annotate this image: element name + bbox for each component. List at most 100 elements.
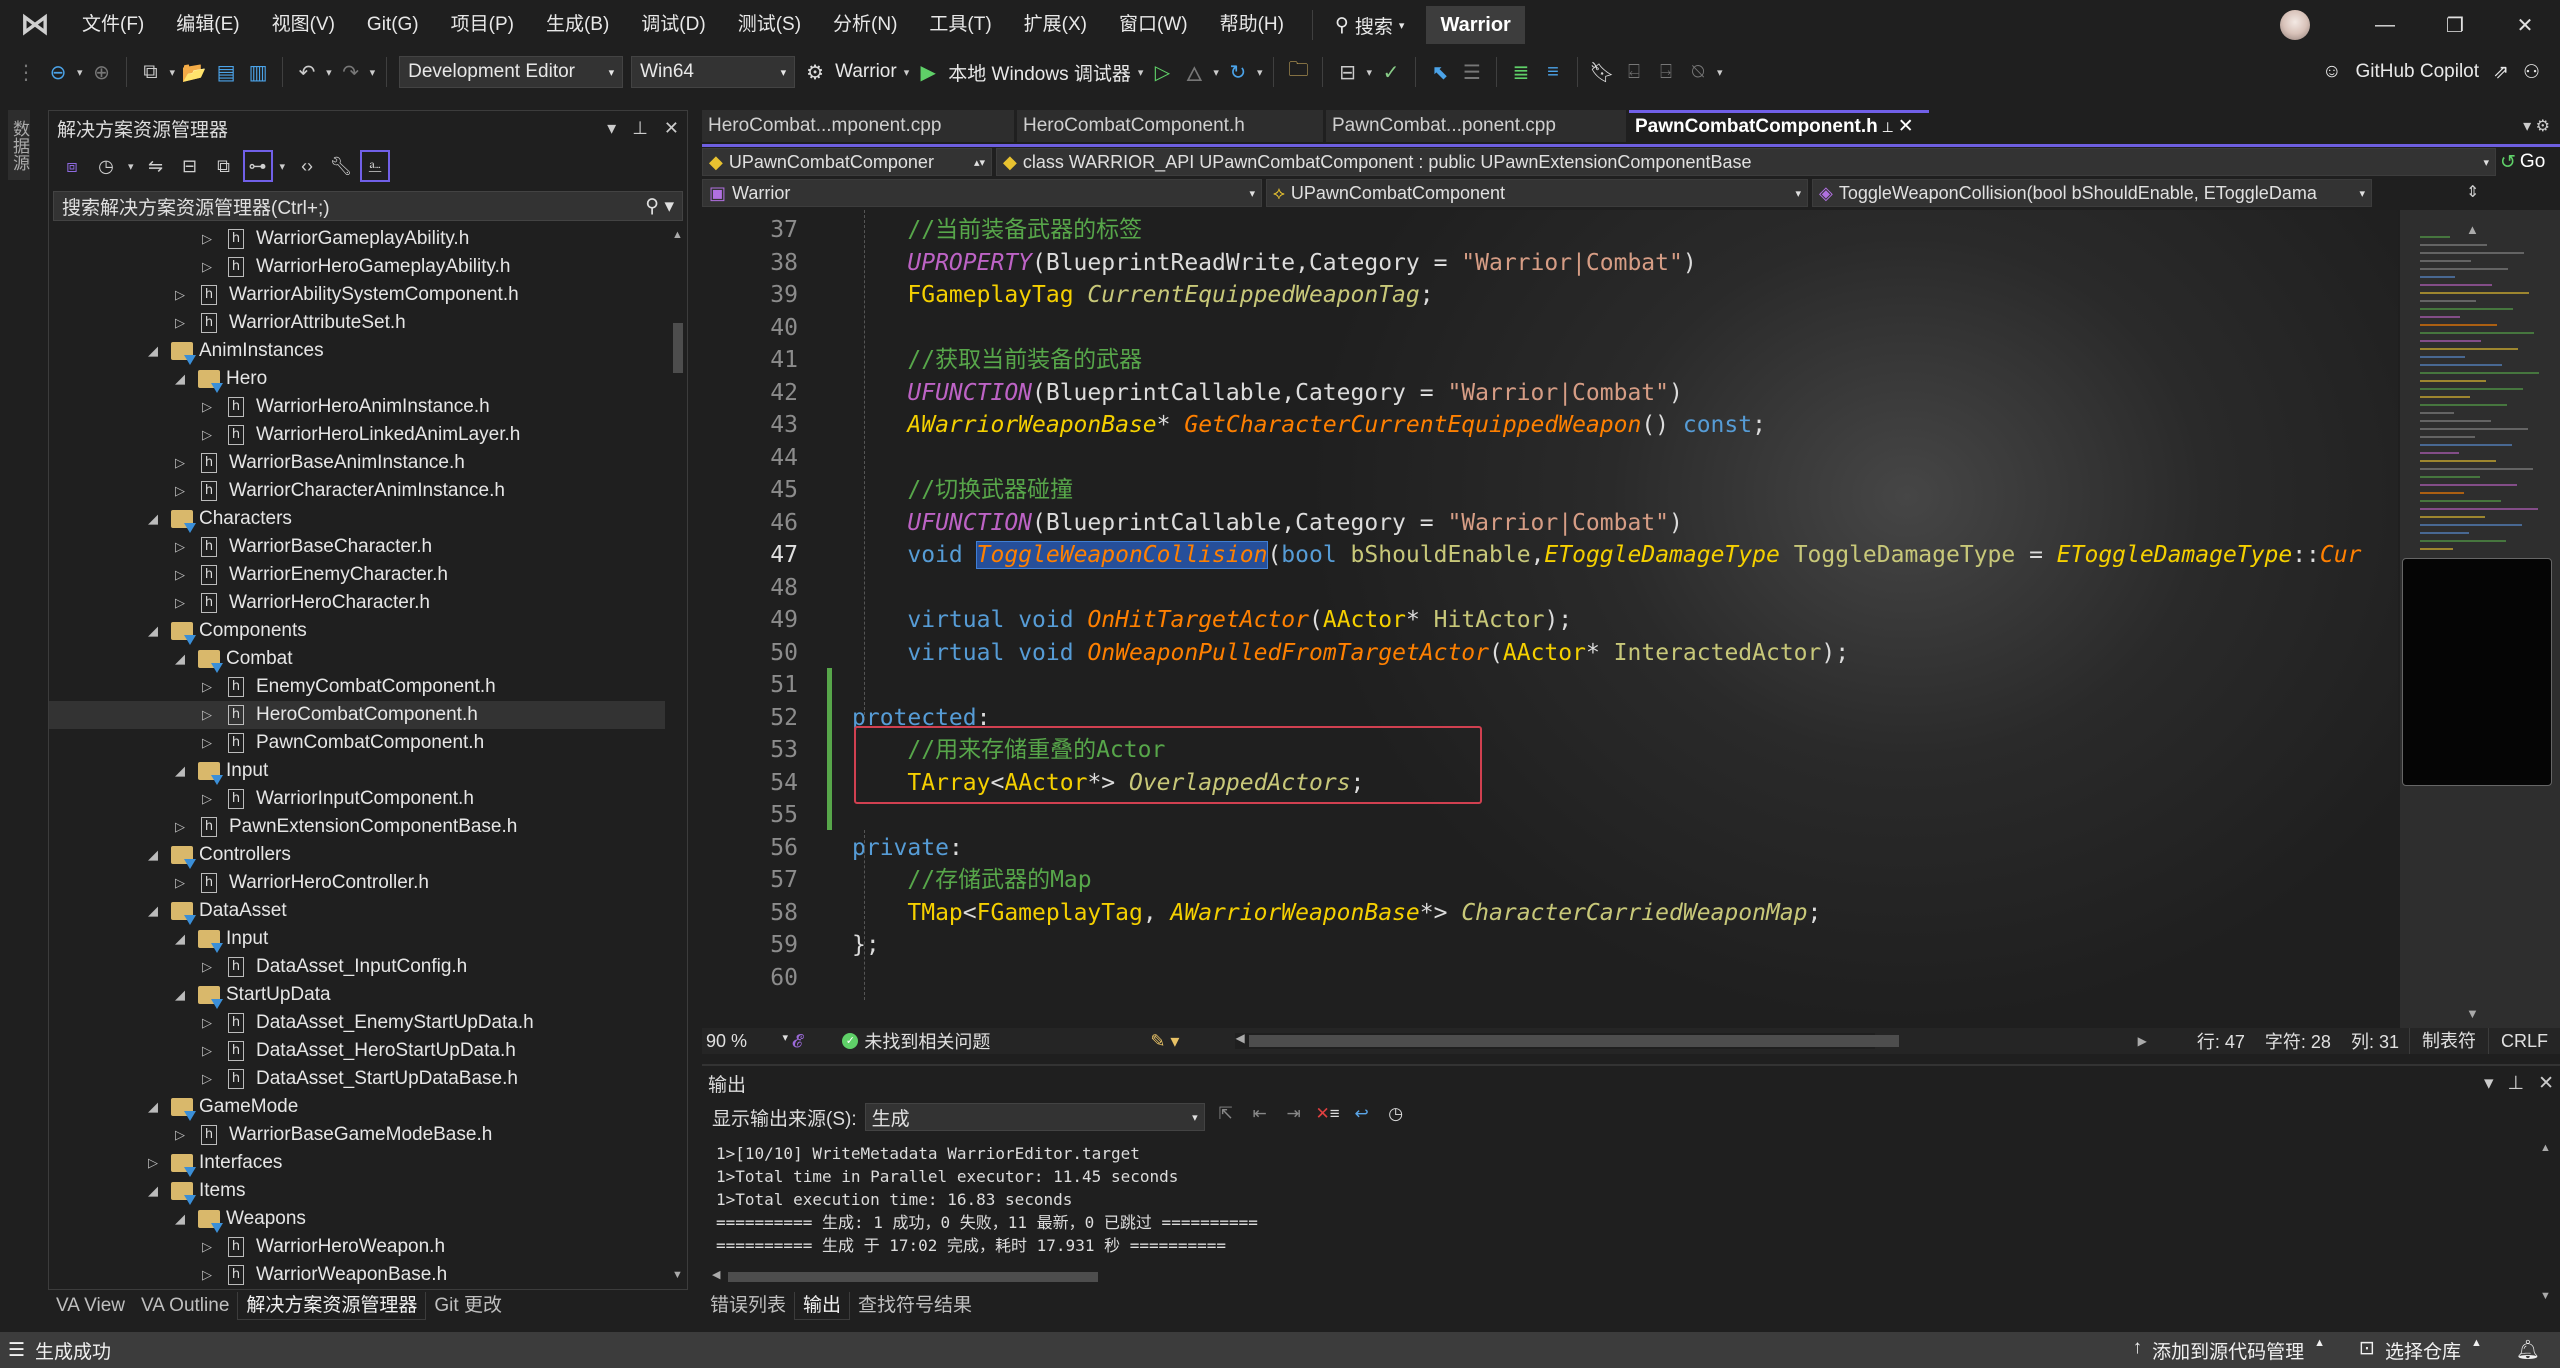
scroll-right-icon[interactable]: ▶	[2138, 1034, 2147, 1048]
tree-item[interactable]: ◢ StartUpData	[49, 981, 665, 1009]
expanded-arrow-icon[interactable]: ◢	[145, 343, 161, 359]
window-menu-icon[interactable]: ▾	[2484, 1072, 2494, 1095]
comment-lines-icon[interactable]: ≣	[1507, 58, 1535, 86]
document-tab[interactable]: HeroCombatComponent.h	[1017, 110, 1323, 142]
play-icon[interactable]: ▶	[914, 58, 942, 86]
pin-icon[interactable]: ⊥	[2508, 1072, 2525, 1095]
tree-item[interactable]: ▷ h WarriorCharacterAnimInstance.h	[49, 477, 665, 505]
panel-tab[interactable]: 错误列表	[702, 1292, 794, 1320]
window-layout-icon[interactable]: ⊟	[1333, 58, 1361, 86]
scroll-up-icon[interactable]: ▲	[672, 229, 683, 241]
solution-tree-scrollbar[interactable]: ▲ ▼	[669, 225, 687, 1285]
tree-item[interactable]: ▷ h WarriorHeroAnimInstance.h	[49, 393, 665, 421]
tree-item[interactable]: ▷ h WarriorHeroLinkedAnimLayer.h	[49, 421, 665, 449]
collapsed-arrow-icon[interactable]: ▷	[172, 819, 188, 835]
tree-item[interactable]: ◢ Characters	[49, 505, 665, 533]
scroll-thumb[interactable]	[673, 323, 683, 373]
show-all-files-icon[interactable]: ⧉	[209, 150, 239, 182]
tree-item[interactable]: ◢ Combat	[49, 645, 665, 673]
next-bookmark-icon[interactable]: ⍈	[1652, 58, 1680, 86]
tree-item[interactable]: ◢ DataAsset	[49, 897, 665, 925]
panel-tab[interactable]: 解决方案资源管理器	[237, 1292, 427, 1320]
expanded-arrow-icon[interactable]: ◢	[145, 903, 161, 919]
scroll-up-icon[interactable]: ▲	[2466, 222, 2479, 237]
properties-wrench-icon[interactable]: 🔧︎	[326, 150, 356, 182]
timestamp-icon[interactable]: ◷	[1383, 1104, 1409, 1130]
tree-item[interactable]: ▷ h HeroCombatComponent.h	[49, 701, 665, 729]
menu-item[interactable]: 调试(D)	[625, 0, 721, 50]
code-line[interactable]: };	[852, 929, 880, 961]
project-select[interactable]: ▣ Warrior ▾	[702, 179, 1262, 207]
output-notification-icon[interactable]: ☰	[8, 1339, 25, 1362]
tree-item[interactable]: ▷ h WarriorBaseGameModeBase.h	[49, 1121, 665, 1149]
collapsed-arrow-icon[interactable]: ▷	[199, 399, 215, 415]
code-line[interactable]: void ToggleWeaponCollision(bool bShouldE…	[852, 539, 2361, 571]
tree-item[interactable]: ◢ Input	[49, 757, 665, 785]
notifications-bell-icon[interactable]: 🔔︎	[2516, 1338, 2540, 1362]
zoom-select[interactable]: 90 % ▾	[702, 1031, 792, 1052]
sync-with-active-document-icon[interactable]: ⇋	[141, 150, 171, 182]
pin-icon[interactable]: ⊥	[632, 118, 648, 139]
type-select[interactable]: ⟡ UPawnCombatComponent ▾	[1266, 179, 1808, 207]
expanded-arrow-icon[interactable]: ◢	[145, 1099, 161, 1115]
refresh-icon[interactable]: ↻	[1224, 58, 1252, 86]
tree-item[interactable]: ▷ h DataAsset_InputConfig.h	[49, 953, 665, 981]
close-icon[interactable]: ✕	[2538, 1072, 2554, 1095]
previous-message-icon[interactable]: ⇤	[1247, 1104, 1273, 1130]
start-without-debugging-icon[interactable]: ▷	[1148, 58, 1176, 86]
tab-options[interactable]: ▾ ⚙	[2523, 116, 2550, 136]
collapsed-arrow-icon[interactable]: ▷	[199, 735, 215, 751]
tree-item[interactable]: ◢ Input	[49, 925, 665, 953]
tree-item[interactable]: ▷ h WarriorHeroController.h	[49, 869, 665, 897]
scroll-down-icon[interactable]: ▼	[2466, 1006, 2479, 1021]
collapsed-arrow-icon[interactable]: ▷	[199, 707, 215, 723]
close-button[interactable]: ✕	[2490, 13, 2560, 38]
expanded-arrow-icon[interactable]: ◢	[172, 371, 188, 387]
chevron-down-icon[interactable]: ▾	[128, 160, 134, 173]
tree-item[interactable]: ▷ h WarriorInputComponent.h	[49, 785, 665, 813]
code-line[interactable]: virtual void OnWeaponPulledFromTargetAct…	[852, 637, 1849, 669]
navigate-back-icon[interactable]: ⊖	[44, 58, 72, 86]
redo-icon[interactable]: ↷	[337, 58, 365, 86]
panel-tab[interactable]: VA View	[48, 1292, 133, 1320]
solution-search-input[interactable]: 搜索解决方案资源管理器(Ctrl+;) ⚲ ▾	[53, 191, 683, 221]
clear-bookmarks-icon[interactable]: ⍉	[1684, 58, 1712, 86]
tree-item[interactable]: ▷ h PawnCombatComponent.h	[49, 729, 665, 757]
chevron-down-icon[interactable]: ▾	[904, 66, 910, 79]
collapsed-arrow-icon[interactable]: ▷	[199, 679, 215, 695]
tree-item[interactable]: ▷ h DataAsset_HeroStartUpData.h	[49, 1037, 665, 1065]
tree-item[interactable]: ▷ h PawnExtensionComponentBase.h	[49, 813, 665, 841]
code-editor[interactable]: 37 38 39 40 41 42 43 44 45 46 47 48 49 50 51 52 53 54 55 56…	[702, 210, 2398, 1028]
menu-item[interactable]: 工具(T)	[913, 0, 1007, 50]
tree-item[interactable]: ▷ h DataAsset_EnemyStartUpData.h	[49, 1009, 665, 1037]
menu-item[interactable]: 分析(N)	[817, 0, 913, 50]
chevron-down-icon[interactable]: ▾	[280, 160, 286, 173]
output-vertical-scrollbar[interactable]: ▲ ▼	[2540, 1142, 2556, 1302]
tree-item[interactable]: ▷ h DataAsset_StartUpDataBase.h	[49, 1065, 665, 1093]
collapsed-arrow-icon[interactable]: ▷	[172, 1127, 188, 1143]
menu-item[interactable]: 窗口(W)	[1103, 0, 1204, 50]
column-indicator[interactable]: 列: 31	[2351, 1028, 2399, 1054]
tree-item[interactable]: ▷ h WarriorAbilitySystemComponent.h	[49, 281, 665, 309]
collapsed-arrow-icon[interactable]: ▷	[172, 315, 188, 331]
select-pointer-icon[interactable]: ⬉	[1426, 58, 1454, 86]
next-message-icon[interactable]: ⇥	[1281, 1104, 1307, 1130]
tree-item[interactable]: ◢ AnimInstances	[49, 337, 665, 365]
minimap-viewport[interactable]	[2402, 558, 2552, 786]
collapsed-arrow-icon[interactable]: ▷	[199, 259, 215, 275]
code-line[interactable]: UFUNCTION(BlueprintCallable,Category = "…	[852, 507, 1682, 539]
class-select[interactable]: ◆ class WARRIOR_API UPawnCombatComponent …	[996, 148, 2496, 176]
start-debugging-button[interactable]: 本地 Windows 调试器	[948, 59, 1131, 86]
collapsed-arrow-icon[interactable]: ▷	[172, 455, 188, 471]
menu-item[interactable]: 生成(B)	[530, 0, 625, 50]
expanded-arrow-icon[interactable]: ◢	[172, 763, 188, 779]
tree-item[interactable]: ▷ h WarriorEnemyCharacter.h	[49, 561, 665, 589]
panel-tab[interactable]: VA Outline	[133, 1292, 237, 1320]
menu-item[interactable]: Git(G)	[351, 0, 435, 50]
document-tab[interactable]: HeroCombat...mponent.cpp	[702, 110, 1014, 142]
collapsed-arrow-icon[interactable]: ▷	[199, 1015, 215, 1031]
tree-item[interactable]: ▷ h WarriorHeroCharacter.h	[49, 589, 665, 617]
code-area[interactable]: //当前装备武器的标签 UPROPERTY(BlueprintReadWrite…	[852, 210, 2398, 1028]
menu-item[interactable]: 帮助(H)	[1204, 0, 1300, 50]
find-message-in-code-icon[interactable]: ⇱	[1213, 1104, 1239, 1130]
